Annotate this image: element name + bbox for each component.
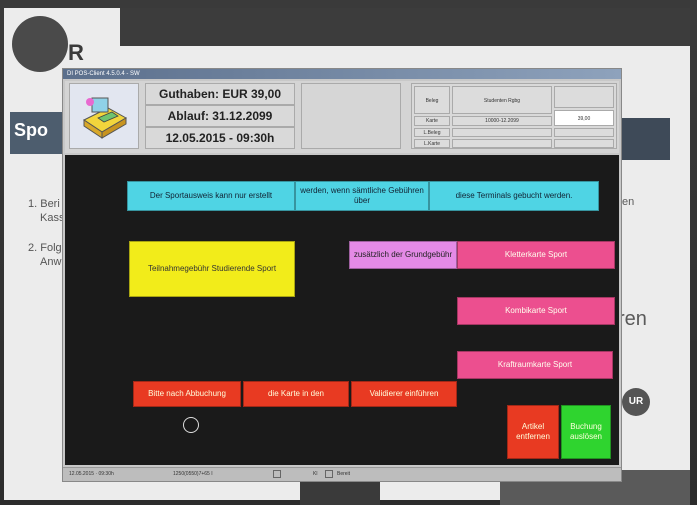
product-button-area: Der Sportausweis kann nur erstellt werde… (65, 155, 619, 465)
window-title: DI POS-Client 4.5.0.4 - SW (63, 69, 621, 79)
hint-label-3: Validierer einführen (351, 381, 457, 407)
background-list-item: 2. Folg (28, 242, 62, 254)
info-banner-2: werden, wenn sämtliche Gebühren über (295, 181, 429, 211)
status-kl: Kl (313, 471, 318, 477)
beleg-panel: Beleg Studenten Rgbg Karte 10000-12.2099… (411, 83, 617, 149)
background-list-item: Kass (40, 212, 65, 224)
l-karte-value (452, 139, 552, 148)
background-list-item: Anw (40, 256, 62, 268)
ur-logo-icon (12, 16, 68, 72)
status-bereit: Bereit (337, 471, 351, 477)
cursor-circle-icon (183, 417, 199, 433)
artikel-entfernen-button[interactable]: Artikel entfernen (507, 405, 559, 459)
kombikarte-button[interactable]: Kombikarte Sport (457, 297, 615, 325)
l-karte-amount (554, 139, 614, 148)
karte-label: Karte (414, 116, 450, 126)
background-list-item: 1. Beri (28, 198, 60, 210)
pos-window: DI POS-Client 4.5.0.4 - SW Guthaben: EUR… (62, 68, 622, 482)
background-banner-text: Spo (14, 120, 48, 140)
printer-icon[interactable] (325, 470, 333, 478)
ablauf-display: Ablauf: 31.12.2099 (145, 105, 295, 127)
buchung-ausloesen-button[interactable]: Buchung auslösen (561, 405, 611, 459)
beleg-value: Studenten Rgbg (452, 86, 552, 114)
info-banner-3: diese Terminals gebucht werden. (429, 181, 599, 211)
pos-header: Guthaben: EUR 39,00 Ablauf: 31.12.2099 1… (65, 81, 619, 153)
beleg-extra (554, 86, 614, 108)
l-beleg-amount (554, 128, 614, 137)
karte-amount: 39,00 (554, 110, 614, 126)
info-banner-1: Der Sportausweis kann nur erstellt (127, 181, 295, 211)
hint-label-2: die Karte in den (243, 381, 349, 407)
guthaben-display: Guthaben: EUR 39,00 (145, 83, 295, 105)
status-bar: 12.05.2015 · 09:30h 1250(0550)7+65 I Kl … (63, 467, 621, 481)
kletterkarte-button[interactable]: Kletterkarte Sport (457, 241, 615, 269)
status-id: 1250(0550)7+65 I (173, 471, 213, 477)
karte-value: 10000-12.2099 (452, 116, 552, 126)
cash-register-illustration (83, 97, 128, 139)
datetime-display: 12.05.2015 - 09:30h (145, 127, 295, 149)
screen: R Spo 1. Beri Kass 2. Folg Anw en ren UR… (0, 0, 697, 505)
background-ur-badge: UR (622, 388, 650, 416)
teilnahmegebuehr-button[interactable]: Teilnahmegebühr Studierende Sport (129, 241, 295, 297)
l-beleg-value (452, 128, 552, 137)
kraftraumkarte-button[interactable]: Kraftraumkarte Sport (457, 351, 613, 379)
header-empty-panel (301, 83, 401, 149)
hint-label-1: Bitte nach Abbuchung (133, 381, 241, 407)
background-right-text: en (622, 196, 635, 208)
beleg-label: Beleg (414, 86, 450, 114)
l-beleg-label: L.Beleg (414, 128, 450, 137)
background-right-text: ren (618, 308, 647, 330)
home-icon[interactable] (273, 470, 281, 478)
background-right-banner (618, 118, 670, 160)
cash-register-icon (69, 83, 139, 149)
background-logo-text: R (68, 40, 84, 65)
background-header-bar (120, 8, 690, 46)
l-karte-label: L.Karte (414, 139, 450, 148)
zusaetzlich-grundgebuehr-label: zusätzlich der Grundgebühr (349, 241, 457, 269)
status-datetime: 12.05.2015 · 09:30h (69, 471, 114, 477)
